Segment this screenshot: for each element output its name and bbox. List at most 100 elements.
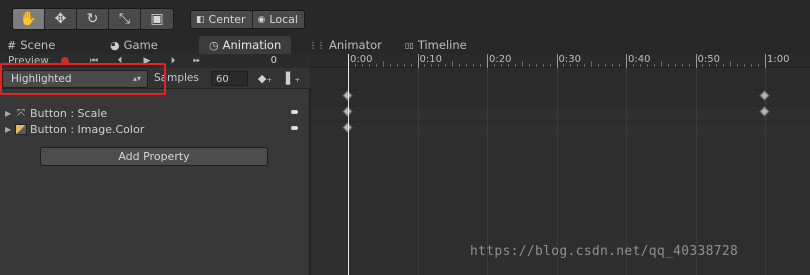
minor-tick bbox=[507, 64, 509, 67]
playback-controls: Preview ⏮ ⏴ ▶ ⏵ ⏭ 0 bbox=[0, 54, 310, 68]
major-tick bbox=[695, 54, 697, 68]
minor-tick bbox=[563, 64, 565, 67]
major-tick bbox=[487, 54, 488, 68]
add-property-button[interactable]: Add Property bbox=[40, 147, 268, 166]
preview-toggle[interactable]: Preview bbox=[8, 54, 49, 68]
minor-tick bbox=[459, 64, 461, 67]
dopesheet-timeline[interactable]: 0:00 0:10 0:20 0:30 0:40 0:50 1:00 bbox=[311, 54, 810, 275]
tab-animation-label: Animation bbox=[222, 38, 282, 52]
minor-tick bbox=[639, 64, 641, 67]
rotate-tool-icon[interactable]: ↻ bbox=[77, 9, 109, 29]
fold-arrow-icon[interactable]: ▶ bbox=[5, 125, 15, 134]
animation-clock-icon: ◷ bbox=[209, 38, 219, 52]
time-ruler[interactable]: 0:00 0:10 0:20 0:30 0:40 0:50 1:00 bbox=[311, 54, 810, 68]
add-keyframe-icon[interactable]: ◆₊ bbox=[256, 70, 274, 87]
pivot-center-label: Center bbox=[208, 13, 246, 26]
minor-tick bbox=[667, 64, 669, 67]
minor-tick bbox=[466, 64, 468, 67]
minor-tick bbox=[660, 61, 662, 67]
minor-tick bbox=[542, 64, 544, 67]
pivot-icon: ◧ bbox=[196, 14, 205, 25]
minor-tick bbox=[424, 64, 426, 67]
minor-tick bbox=[646, 64, 648, 67]
play-icon[interactable]: ▶ bbox=[137, 54, 157, 68]
minor-tick bbox=[438, 64, 440, 67]
minor-tick bbox=[632, 64, 634, 67]
space-local-button[interactable]: ◉ Local bbox=[252, 11, 304, 28]
clip-dropdown[interactable]: Highlighted ▴▾ bbox=[2, 70, 148, 88]
minor-tick bbox=[653, 64, 655, 67]
tab-animation[interactable]: ◷ Animation bbox=[199, 36, 292, 54]
animation-property-panel: Preview ⏮ ⏴ ▶ ⏵ ⏭ 0 Highlighted ▴▾ Sampl… bbox=[0, 54, 310, 275]
playhead[interactable] bbox=[348, 54, 349, 275]
record-button-icon[interactable] bbox=[61, 57, 69, 65]
animator-icon: ⋮⋮ bbox=[309, 40, 325, 50]
minor-tick bbox=[674, 64, 676, 67]
scale-tool-icon[interactable]: ⤡ bbox=[109, 9, 141, 29]
minor-tick bbox=[473, 64, 475, 67]
summary-track bbox=[311, 69, 810, 87]
fold-arrow-icon[interactable]: ▶ bbox=[5, 109, 15, 118]
minor-tick bbox=[375, 64, 377, 67]
minor-tick bbox=[751, 64, 753, 67]
scale-track bbox=[311, 105, 810, 120]
first-keyframe-icon[interactable]: ⏮ bbox=[84, 54, 104, 68]
minor-tick bbox=[354, 64, 356, 67]
property-label: Button : Image.Color bbox=[30, 122, 145, 136]
property-row-image-color[interactable]: ▶ Button : Image.Color bbox=[0, 121, 310, 137]
minor-tick bbox=[744, 64, 746, 67]
remove-property-icon[interactable] bbox=[291, 126, 298, 130]
minor-tick bbox=[514, 64, 516, 67]
major-tick bbox=[765, 54, 766, 68]
minor-tick bbox=[577, 64, 579, 67]
grid-line bbox=[765, 69, 766, 275]
tab-game[interactable]: ◕ Game bbox=[110, 36, 158, 54]
previous-keyframe-icon[interactable]: ⏴ bbox=[110, 54, 130, 68]
add-event-icon[interactable]: ▌₊ bbox=[284, 70, 302, 87]
tab-timeline[interactable]: ▯▯ Timeline bbox=[405, 36, 467, 54]
minor-tick bbox=[591, 61, 593, 67]
minor-tick bbox=[709, 64, 711, 67]
property-row-scale[interactable]: ▶ ⤧ Button : Scale bbox=[0, 105, 310, 121]
hand-tool-icon[interactable]: ✋ bbox=[13, 9, 45, 29]
move-tool-icon[interactable]: ✥ bbox=[45, 9, 77, 29]
minor-tick bbox=[410, 64, 412, 67]
minor-tick bbox=[500, 64, 502, 67]
transform-tool-group: ✋ ✥ ↻ ⤡ ▣ bbox=[12, 8, 174, 30]
game-icon: ◕ bbox=[110, 38, 120, 52]
tab-game-label: Game bbox=[123, 38, 158, 52]
minor-tick bbox=[535, 64, 537, 67]
samples-input[interactable]: 60 bbox=[211, 71, 248, 86]
timeline-icon: ▯▯ bbox=[405, 40, 414, 50]
next-keyframe-icon[interactable]: ⏵ bbox=[163, 54, 183, 68]
tab-animator-label: Animator bbox=[329, 38, 382, 52]
tab-animator[interactable]: ⋮⋮ Animator bbox=[309, 36, 382, 54]
window-tab-bar: # Scene ◕ Game ◷ Animation ⋮⋮ Animator ▯… bbox=[0, 36, 810, 54]
grid-line bbox=[417, 69, 419, 275]
minor-tick bbox=[389, 64, 391, 67]
tab-scene[interactable]: # Scene bbox=[7, 36, 55, 54]
clip-settings-row: Highlighted ▴▾ Samples 60 ◆₊ ▌₊ bbox=[0, 68, 310, 89]
pivot-center-button[interactable]: ◧ Center bbox=[191, 11, 253, 28]
remove-property-icon[interactable] bbox=[291, 110, 298, 114]
minor-tick bbox=[605, 64, 607, 67]
rect-tool-icon[interactable]: ▣ bbox=[141, 9, 173, 29]
minor-tick bbox=[612, 64, 614, 67]
major-tick bbox=[556, 54, 558, 68]
minor-tick bbox=[403, 64, 405, 67]
minor-tick bbox=[480, 64, 482, 67]
minor-tick bbox=[702, 64, 704, 67]
watermark-text: https://blog.csdn.net/qq_40338728 bbox=[470, 244, 739, 259]
frame-input[interactable]: 0 bbox=[200, 55, 305, 67]
minor-tick bbox=[681, 64, 683, 67]
major-tick bbox=[417, 54, 419, 68]
scale-icon: ⤧ bbox=[17, 107, 25, 119]
minor-tick bbox=[723, 64, 725, 67]
scene-toolbar: ✋ ✥ ↻ ⤡ ▣ ◧ Center ◉ Local bbox=[0, 0, 810, 36]
property-label: Button : Scale bbox=[30, 106, 108, 120]
minor-tick bbox=[758, 64, 760, 67]
minor-tick bbox=[431, 64, 433, 67]
minor-tick bbox=[570, 64, 572, 67]
minor-tick bbox=[493, 64, 495, 67]
minor-tick bbox=[396, 64, 398, 67]
